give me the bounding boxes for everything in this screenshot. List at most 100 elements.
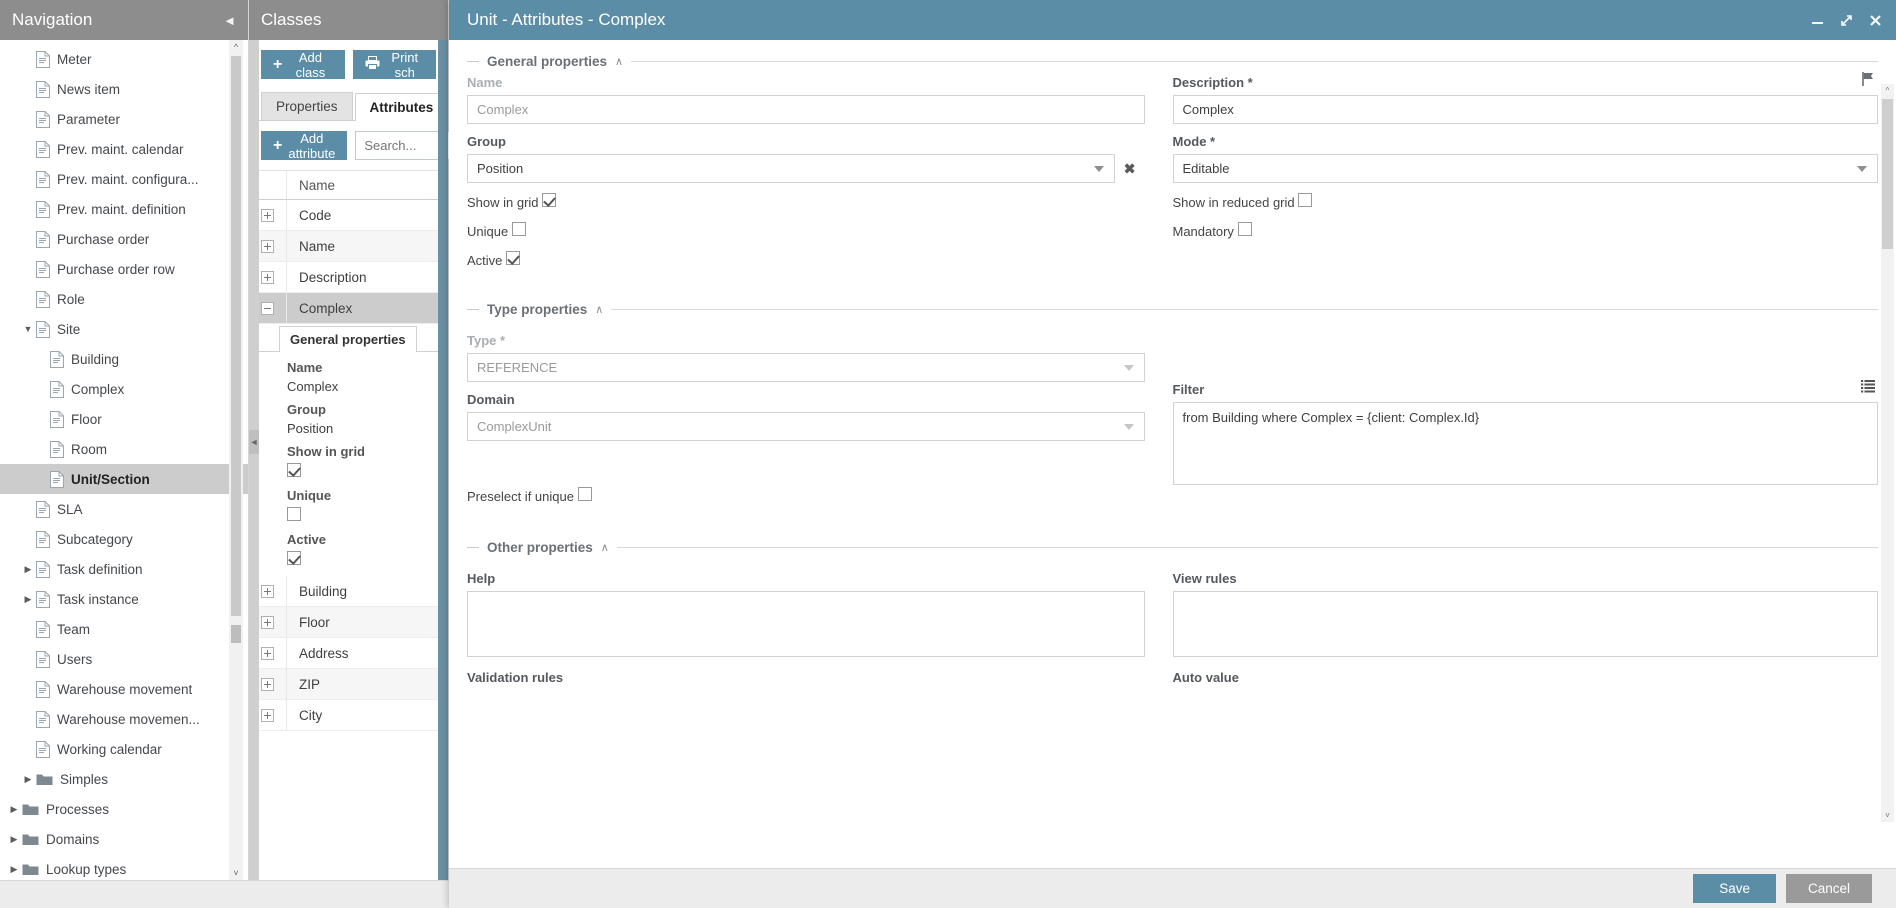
classes-scrollbar[interactable]	[438, 40, 448, 880]
table-row[interactable]: Address	[249, 638, 448, 669]
nav-item-team[interactable]: ▶Team	[0, 614, 248, 644]
scroll-up-icon[interactable]: ^	[1881, 84, 1894, 97]
tab-properties[interactable]: Properties	[261, 92, 353, 120]
add-attribute-button[interactable]: + Add attribute	[261, 131, 348, 161]
nav-item-prev-maint-calendar[interactable]: ▶Prev. maint. calendar	[0, 134, 248, 164]
chevron-up-icon[interactable]: ∧	[615, 55, 623, 68]
inline-field-checkbox[interactable]	[287, 551, 301, 565]
section-other-properties[interactable]: Other properties ∧	[467, 540, 1878, 555]
nav-item-complex[interactable]: ▶Complex	[0, 374, 248, 404]
expand-row-icon[interactable]	[261, 584, 274, 598]
nav-item-site[interactable]: ▼ Site	[0, 314, 248, 344]
nav-item-task-instance[interactable]: ▶ Task instance	[0, 584, 248, 614]
chevron-right-icon[interactable]: ▶	[20, 564, 36, 575]
nav-item-sla[interactable]: ▶SLA	[0, 494, 248, 524]
nav-item-lookup-types[interactable]: ▶ Lookup types	[0, 854, 248, 880]
mode-select[interactable]: Editable	[1172, 154, 1878, 183]
splitter-handle[interactable]: ◄	[249, 430, 259, 454]
table-row[interactable]: Description	[249, 262, 448, 293]
view-rules-textarea[interactable]	[1172, 591, 1878, 657]
table-row[interactable]: ZIP	[249, 669, 448, 700]
nav-item-prev-maint-configura[interactable]: ▶Prev. maint. configura...	[0, 164, 248, 194]
help-textarea[interactable]	[467, 591, 1145, 657]
chevron-up-icon[interactable]: ∧	[601, 541, 609, 554]
mandatory-checkbox[interactable]	[1237, 222, 1252, 236]
chevron-right-icon[interactable]: ▶	[20, 594, 36, 605]
scrollbar-thumb[interactable]	[1882, 99, 1893, 249]
nav-item-purchase-order[interactable]: ▶Purchase order	[0, 224, 248, 254]
chevron-left-icon[interactable]: ◄	[223, 13, 236, 28]
scrollbar-thumb[interactable]	[231, 56, 241, 616]
nav-item-simples[interactable]: ▶ Simples	[0, 764, 248, 794]
nav-item-working-calendar[interactable]: ▶Working calendar	[0, 734, 248, 764]
close-icon[interactable]	[1869, 14, 1882, 27]
panel-splitter[interactable]	[249, 40, 259, 880]
maximize-icon[interactable]	[1840, 14, 1853, 27]
inline-tab-general-properties[interactable]: General properties	[279, 326, 417, 352]
save-button[interactable]: Save	[1693, 874, 1776, 903]
scroll-down-icon[interactable]: ˅	[1881, 809, 1894, 822]
expand-row-icon[interactable]	[261, 646, 274, 660]
nav-item-purchase-order-row[interactable]: ▶Purchase order row	[0, 254, 248, 284]
show-in-reduced-grid-checkbox[interactable]	[1298, 193, 1313, 207]
nav-item-users[interactable]: ▶Users	[0, 644, 248, 674]
navigation-scrollbar[interactable]: ^ ˅	[229, 40, 243, 880]
unique-checkbox[interactable]	[511, 222, 526, 236]
nav-item-news-item[interactable]: ▶News item	[0, 74, 248, 104]
domain-select[interactable]: ComplexUnit	[467, 412, 1145, 441]
table-row[interactable]: Code	[249, 200, 448, 231]
nav-item-building[interactable]: ▶Building	[0, 344, 248, 374]
clear-group-icon[interactable]: ✖	[1124, 160, 1136, 177]
table-row[interactable]: Complex	[249, 293, 448, 324]
chevron-right-icon[interactable]: ▶	[6, 864, 22, 875]
name-input[interactable]	[467, 95, 1145, 124]
print-schema-button[interactable]: Print sch	[352, 50, 436, 80]
group-select[interactable]: Position ✖	[467, 154, 1136, 183]
nav-item-floor[interactable]: ▶Floor	[0, 404, 248, 434]
chevron-right-icon[interactable]: ▶	[20, 774, 36, 785]
inline-field-checkbox[interactable]	[287, 463, 301, 477]
table-row[interactable]: Building	[249, 576, 448, 607]
chevron-down-icon[interactable]: ▼	[20, 324, 36, 334]
dialog-scrollbar[interactable]: ^ ˅	[1881, 84, 1894, 822]
scrollbar-thumb-lower[interactable]	[231, 625, 241, 643]
nav-item-warehouse-movement[interactable]: ▶Warehouse movement	[0, 674, 248, 704]
description-input[interactable]	[1172, 95, 1878, 124]
expand-row-icon[interactable]	[261, 708, 274, 722]
show-in-grid-checkbox[interactable]	[542, 193, 557, 207]
chevron-up-icon[interactable]: ∧	[595, 303, 603, 316]
nav-item-unit-section[interactable]: ▶Unit/Section	[0, 464, 248, 494]
nav-item-prev-maint-definition[interactable]: ▶Prev. maint. definition	[0, 194, 248, 224]
tab-attributes[interactable]: Attributes	[354, 93, 449, 121]
table-row[interactable]: Name	[249, 231, 448, 262]
nav-item-warehouse-movemen[interactable]: ▶Warehouse movemen...	[0, 704, 248, 734]
nav-item-task-definition[interactable]: ▶ Task definition	[0, 554, 248, 584]
list-icon[interactable]	[1860, 378, 1876, 397]
expand-row-icon[interactable]	[261, 677, 274, 691]
type-select[interactable]: REFERENCE	[467, 353, 1145, 382]
nav-item-role[interactable]: ▶Role	[0, 284, 248, 314]
cancel-button[interactable]: Cancel	[1785, 874, 1872, 903]
expand-row-icon[interactable]	[261, 239, 274, 253]
scroll-down-icon[interactable]: ˅	[229, 866, 243, 880]
nav-item-processes[interactable]: ▶ Processes	[0, 794, 248, 824]
expand-row-icon[interactable]	[261, 270, 274, 284]
minimize-icon[interactable]	[1811, 14, 1824, 27]
dialog-titlebar[interactable]: Unit - Attributes - Complex	[449, 0, 1896, 40]
expand-row-icon[interactable]	[261, 208, 274, 222]
navigation-tree[interactable]: ▶Meter▶News item▶Parameter▶Prev. maint. …	[0, 40, 248, 880]
nav-item-domains[interactable]: ▶ Domains	[0, 824, 248, 854]
nav-item-room[interactable]: ▶Room	[0, 434, 248, 464]
filter-textarea[interactable]	[1172, 402, 1878, 485]
add-class-button[interactable]: + Add class	[261, 50, 345, 80]
table-row[interactable]: City	[249, 700, 448, 731]
preselect-if-unique-checkbox[interactable]	[577, 487, 592, 501]
inline-field-checkbox[interactable]	[287, 507, 301, 521]
active-checkbox[interactable]	[506, 251, 521, 265]
chevron-right-icon[interactable]: ▶	[6, 834, 22, 845]
nav-item-parameter[interactable]: ▶Parameter	[0, 104, 248, 134]
nav-item-meter[interactable]: ▶Meter	[0, 44, 248, 74]
collapse-row-icon[interactable]	[261, 301, 274, 315]
chevron-right-icon[interactable]: ▶	[6, 804, 22, 815]
flag-icon[interactable]	[1860, 71, 1876, 90]
